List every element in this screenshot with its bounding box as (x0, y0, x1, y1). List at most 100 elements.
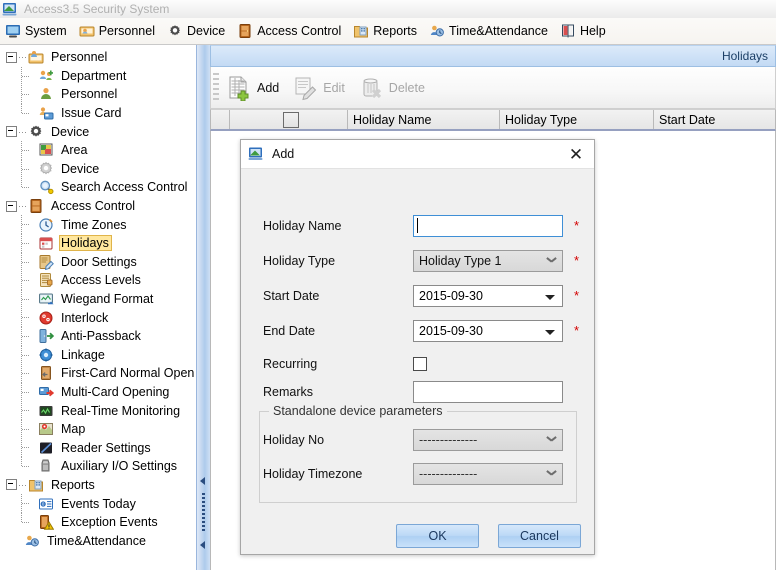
required-marker: * (574, 288, 580, 303)
holiday-timezone-select[interactable]: -------------- (413, 463, 563, 485)
menu-item-help[interactable]: Help (555, 19, 613, 43)
tree-connector: ··· (18, 52, 27, 63)
holiday-no-select[interactable]: -------------- (413, 429, 563, 451)
collapse-arrow-icon[interactable] (200, 477, 205, 485)
menu-label: Device (186, 24, 226, 38)
content-toolbar[interactable]: Add Edit Delete (210, 67, 776, 109)
tree-connector: ··· (18, 201, 27, 212)
multi-card-icon (38, 384, 54, 400)
sidebar-item-label: Time Zones (61, 217, 127, 232)
ok-button[interactable]: OK (396, 524, 479, 548)
sidebar-item-area[interactable]: Area (0, 140, 196, 160)
sidebar-item-label: Exception Events (61, 515, 158, 530)
holiday-no-value: -------------- (419, 433, 478, 447)
sidebar-splitter[interactable] (196, 45, 211, 570)
table-header-row: Holiday Name Holiday Type Start Date (210, 109, 776, 131)
sidebar-item-door-settings[interactable]: Door Settings (0, 252, 196, 272)
holiday-type-label: Holiday Type (263, 254, 336, 268)
anti-passback-icon (38, 328, 54, 344)
start-date-picker[interactable]: 2015-09-30 (413, 285, 563, 307)
sidebar-item-multi-card-opening[interactable]: Multi-Card Opening (0, 382, 196, 402)
tree-expander-icon[interactable] (6, 51, 17, 63)
gear-icon (28, 124, 44, 140)
navigation-sidebar[interactable]: ··· Personnel Department Personnel Issue Car… (0, 45, 196, 570)
table-column-start-date[interactable]: Start Date (654, 110, 775, 129)
sidebar-item-label: Multi-Card Opening (61, 384, 170, 399)
menu-item-device[interactable]: Device (162, 19, 232, 43)
splitter-grip[interactable] (202, 493, 205, 533)
sidebar-item-device[interactable]: ··· Device (0, 122, 196, 141)
sidebar-item-exception-events[interactable]: Exception Events (0, 512, 196, 532)
tree-connector (16, 308, 38, 327)
toolbar-grip[interactable] (213, 72, 219, 103)
add-button[interactable]: Add (222, 71, 288, 105)
sidebar-item-label: Map (61, 422, 86, 437)
sidebar-item-label: Access Levels (61, 273, 141, 288)
menu-item-system[interactable]: System (0, 19, 74, 43)
delete-button[interactable]: Delete (354, 71, 434, 105)
sidebar-item-department[interactable]: Department (0, 66, 196, 86)
access-levels-icon (38, 272, 54, 288)
sidebar-item-time-attendance[interactable]: Time&Attendance (0, 531, 196, 550)
sidebar-item-auxiliary-i-o-settings[interactable]: Auxiliary I/O Settings (0, 457, 196, 476)
sidebar-item-linkage[interactable]: Linkage (0, 345, 196, 365)
sidebar-item-holidays[interactable]: Holidays (0, 233, 196, 253)
sidebar-item-anti-passback[interactable]: Anti-Passback (0, 326, 196, 346)
sidebar-item-label: Area (61, 143, 88, 158)
close-icon[interactable]: ✕ (566, 144, 586, 164)
sidebar-item-time-zones[interactable]: Time Zones (0, 215, 196, 234)
sidebar-item-reports[interactable]: ··· Reports (0, 476, 196, 495)
sidebar-item-label: Auxiliary I/O Settings (61, 459, 178, 474)
tree-expander-icon[interactable] (6, 479, 17, 491)
sidebar-item-first-card-normal-open[interactable]: First-Card Normal Open (0, 364, 196, 383)
edit-button[interactable]: Edit (288, 71, 354, 105)
sidebar-item-label: Personnel (61, 87, 118, 102)
sidebar-item-real-time-monitoring[interactable]: Real-Time Monitoring (0, 401, 196, 420)
tree-expander-icon[interactable] (6, 126, 17, 138)
holiday-name-label: Holiday Name (263, 219, 342, 233)
sidebar-item-access-control[interactable]: ··· Access Control (0, 197, 196, 216)
sidebar-item-wiegand-format[interactable]: Wiegand Format (0, 289, 196, 309)
sidebar-item-device[interactable]: Device (0, 159, 196, 179)
tree-expander-icon[interactable] (6, 200, 17, 212)
cancel-button[interactable]: Cancel (498, 524, 581, 548)
sidebar-item-issue-card[interactable]: Issue Card (0, 103, 196, 123)
personnel-card-icon (79, 23, 95, 39)
menu-item-reports[interactable]: Reports (348, 19, 424, 43)
sidebar-item-interlock[interactable]: Interlock (0, 308, 196, 327)
collapse-arrow-icon[interactable] (200, 541, 205, 549)
remarks-input[interactable] (413, 381, 563, 403)
holiday-name-input[interactable] (413, 215, 563, 237)
sidebar-item-access-levels[interactable]: Access Levels (0, 271, 196, 290)
navigation-tree[interactable]: ··· Personnel Department Personnel Issue Car… (0, 45, 196, 550)
clock-icon (38, 217, 54, 233)
sidebar-item-personnel[interactable]: Personnel (0, 85, 196, 104)
tree-connector (16, 326, 38, 346)
tree-connector (16, 178, 38, 197)
gear-gray-icon (38, 161, 54, 177)
recurring-checkbox[interactable] (413, 357, 427, 371)
sidebar-item-label: Device (51, 124, 90, 139)
menu-item-access-control[interactable]: Access Control (232, 19, 348, 43)
table-column-holiday-name[interactable]: Holiday Name (348, 110, 500, 129)
page-title: Holidays (721, 49, 768, 63)
tree-connector (16, 401, 38, 420)
menu-item-time-attendance[interactable]: Time&Attendance (424, 19, 555, 43)
sidebar-item-label: Wiegand Format (61, 292, 154, 307)
select-all-checkbox[interactable] (283, 111, 299, 128)
sidebar-item-personnel[interactable]: ··· Personnel (0, 48, 196, 67)
sidebar-item-events-today[interactable]: 0 Events Today (0, 494, 196, 513)
holiday-type-select[interactable]: Holiday Type 1 (413, 250, 563, 272)
table-column-select-all[interactable] (230, 110, 348, 129)
dropdown-triangle-icon (545, 330, 555, 335)
table-column-holiday-type[interactable]: Holiday Type (500, 110, 654, 129)
sidebar-item-label: Time&Attendance (47, 533, 146, 548)
sidebar-item-search-access-control[interactable]: Search Access Control (0, 178, 196, 197)
chevron-down-icon (547, 470, 556, 475)
sidebar-item-reader-settings[interactable]: Reader Settings (0, 438, 196, 457)
end-date-picker[interactable]: 2015-09-30 (413, 320, 563, 342)
menu-item-personnel[interactable]: Personnel (74, 19, 162, 43)
main-menu-bar[interactable]: System Personnel Device Access Control R… (0, 18, 776, 45)
sidebar-item-map[interactable]: Map (0, 419, 196, 439)
tree-connector (16, 271, 38, 290)
